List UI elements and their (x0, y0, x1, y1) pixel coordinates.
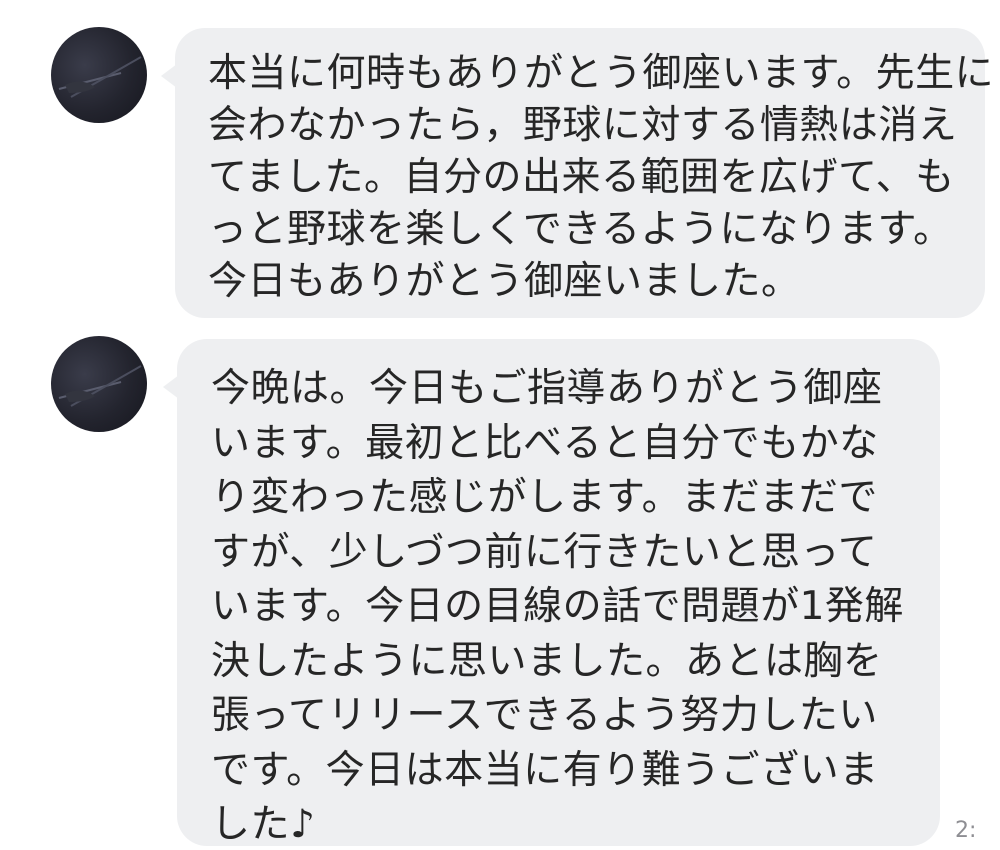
avatar[interactable] (51, 27, 147, 123)
message-line: すが、少しづつ前に行きたいと思って (211, 529, 878, 575)
bubble-tail (163, 375, 179, 399)
message-line: っと野球を楽しくできるようになります。 (208, 207, 953, 252)
message-line: 今日もありがとう御座いました。 (208, 259, 801, 304)
avatar-icon (58, 365, 142, 407)
message-line: 決したように思いました。あとは胸を (211, 638, 883, 684)
message-line: てました。自分の出来る範囲を広げて、も (208, 155, 955, 200)
chat-view: 本当に何時もありがとう御座います。先生に 会わなかったら，野球に対する情熱は消え… (0, 0, 1000, 850)
message-line: 会わなかったら，野球に対する情熱は消え (208, 103, 958, 148)
message-timestamp: 2: (955, 818, 977, 843)
message-bubble: 今晩は。今日もご指導ありがとう御座 います。最初と比べると自分でもかな り変わっ… (163, 339, 940, 847)
message-line: います。最初と比べると自分でもかな (211, 420, 879, 466)
message-line: 本当に何時もありがとう御座います。先生に (208, 51, 995, 96)
bubble-tail (161, 64, 177, 88)
message-line: います。今日の目線の話で問題が1発解 (211, 584, 904, 629)
message-bubble: 本当に何時もありがとう御座います。先生に 会わなかったら，野球に対する情熱は消え… (161, 28, 995, 318)
message-line: 今晩は。今日もご指導ありがとう御座 (211, 366, 883, 411)
message-line: した♪ (211, 802, 316, 847)
message-line: 張ってリリースできるよう努力したい (211, 693, 878, 738)
avatar-icon (58, 56, 142, 98)
avatar[interactable] (51, 336, 147, 432)
message-line: り変わった感じがします。まだまだで (211, 475, 878, 520)
message-line: です。今日は本当に有り難うございま (211, 747, 879, 793)
